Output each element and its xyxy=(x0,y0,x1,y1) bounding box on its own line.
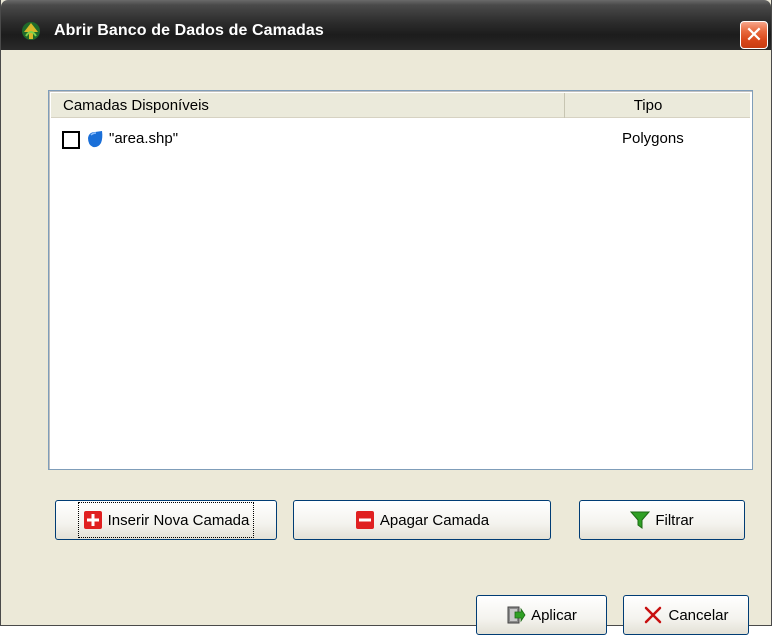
apply-button[interactable]: Aplicar xyxy=(476,595,607,635)
filter-icon xyxy=(630,511,651,529)
filter-button[interactable]: Filtrar xyxy=(579,500,745,540)
polygon-layer-icon xyxy=(88,131,103,148)
title-bar[interactable]: Abrir Banco de Dados de Camadas ✕ xyxy=(1,0,771,50)
layer-type: Polygons xyxy=(622,130,684,147)
delete-layer-button[interactable]: Apagar Camada xyxy=(293,500,551,540)
apply-label: Aplicar xyxy=(531,606,577,624)
column-header-layers[interactable]: Camadas Disponíveis xyxy=(51,93,565,118)
cancel-button[interactable]: Cancelar xyxy=(623,595,749,635)
column-header-type[interactable]: Tipo xyxy=(566,93,750,118)
insert-layer-button[interactable]: Inserir Nova Camada xyxy=(55,500,277,540)
window-title: Abrir Banco de Dados de Camadas xyxy=(54,22,324,39)
cancel-label: Cancelar xyxy=(668,606,729,624)
app-logo-icon xyxy=(22,22,40,40)
layer-name: "area.shp" xyxy=(109,130,179,147)
filter-label: Filtrar xyxy=(655,511,694,529)
focus-outline: Inserir Nova Camada xyxy=(77,502,255,538)
close-icon: ✕ xyxy=(744,22,764,47)
cancel-icon xyxy=(645,606,662,624)
apply-icon xyxy=(507,606,526,624)
delete-layer-label: Apagar Camada xyxy=(379,511,490,529)
dialog-window: Abrir Banco de Dados de Camadas ✕ Camada… xyxy=(0,0,772,635)
close-button[interactable]: ✕ xyxy=(740,21,768,49)
list-header: Camadas Disponíveis Tipo xyxy=(51,93,750,118)
list-item[interactable]: "area.shp" Polygons xyxy=(51,126,750,149)
remove-icon xyxy=(355,511,374,529)
layer-checkbox[interactable] xyxy=(62,131,80,149)
insert-layer-label: Inserir Nova Camada xyxy=(107,511,250,529)
layers-list[interactable]: Camadas Disponíveis Tipo "area.shp" Poly… xyxy=(48,90,753,470)
add-icon xyxy=(83,511,102,529)
